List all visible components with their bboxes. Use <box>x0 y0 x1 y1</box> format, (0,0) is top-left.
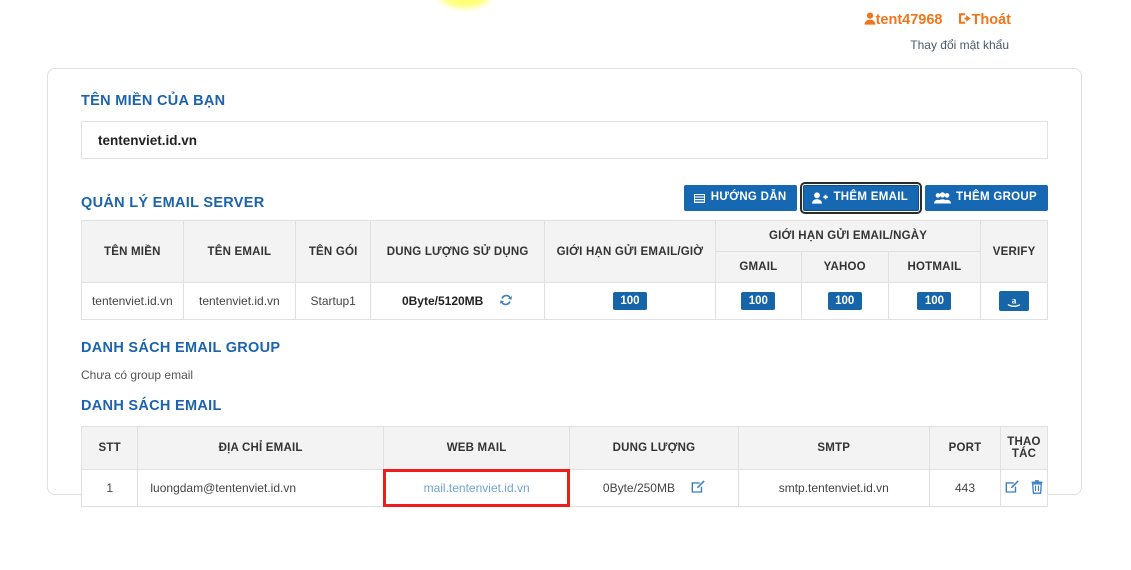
user-plus-icon <box>812 192 829 204</box>
change-password-link[interactable]: Thay đổi mật khẩu <box>864 36 1009 54</box>
cell-verify: a <box>980 282 1048 320</box>
table-row: tentenviet.id.vn tentenviet.id.vn Startu… <box>81 282 1048 320</box>
cell-limit-hour: 100 <box>544 282 716 320</box>
book-icon <box>692 192 706 204</box>
th-domain: TÊN MIỀN <box>81 220 184 283</box>
user-icon <box>864 11 876 33</box>
cell-gmail: 100 <box>714 282 802 320</box>
amazon-icon[interactable]: a <box>999 291 1030 311</box>
account-username-link[interactable]: tent47968 <box>864 12 947 28</box>
th-quota: DUNG LƯỢNG <box>569 426 739 470</box>
email-list-table: STT ĐỊA CHỈ EMAIL WEB MAIL DUNG LƯỢNG SM… <box>80 426 1048 508</box>
email-server-section-title: QUẢN LÝ EMAIL SERVER <box>81 195 265 211</box>
cell-hotmail: 100 <box>887 282 982 320</box>
cell-yahoo: 100 <box>800 282 889 320</box>
th-package: TÊN GÓI <box>295 220 372 283</box>
account-bar: tent47968 Thoát Thay đổi mật khẩu <box>864 10 1011 54</box>
table-row: 1 luongdam@tentenviet.id.vn mail.tentenv… <box>80 469 1048 508</box>
cell-action <box>1000 469 1048 507</box>
th-limit-day: GIỚI HẠN GỬI EMAIL/NGÀY <box>714 220 982 252</box>
th-limit-hour: GIỚI HẠN GỬI EMAIL/GIỜ <box>544 220 716 283</box>
email-group-empty-text: Chưa có group email <box>81 368 194 382</box>
cell-smtp: smtp.tentenviet.id.vn <box>737 469 930 507</box>
account-username: tent47968 <box>875 12 943 28</box>
logout-icon <box>958 11 972 33</box>
edit-icon[interactable] <box>691 480 705 496</box>
cell-port: 443 <box>929 469 1001 507</box>
logout-label: Thoát <box>971 12 1011 28</box>
decorative-yellow-shape <box>437 0 493 8</box>
gmail-badge[interactable]: 100 <box>741 292 776 310</box>
users-group-icon <box>934 192 952 204</box>
th-verify: VERIFY <box>980 220 1048 283</box>
add-group-button[interactable]: THÊM GROUP <box>925 185 1048 211</box>
domain-section-title: TÊN MIỀN CỦA BẠN <box>81 93 226 109</box>
refresh-icon[interactable] <box>499 293 513 310</box>
table-header-row: STT ĐỊA CHỈ EMAIL WEB MAIL DUNG LƯỢNG SM… <box>80 426 1048 470</box>
account-line: tent47968 Thoát <box>864 10 1011 33</box>
guide-button[interactable]: HƯỚNG DẪN <box>683 185 798 211</box>
usage-value: 0Byte/5120MB <box>401 294 484 308</box>
email-server-header-row: QUẢN LÝ EMAIL SERVER HƯỚNG DẪN THÊM EMAI… <box>81 182 1048 214</box>
table-header-row: TÊN MIỀN TÊN EMAIL TÊN GÓI DUNG LƯỢNG SỬ… <box>81 220 1048 283</box>
hotmail-badge[interactable]: 100 <box>917 292 952 310</box>
add-email-button[interactable]: THÊM EMAIL <box>800 182 923 214</box>
email-server-button-row: HƯỚNG DẪN THÊM EMAIL THÊM GROUP <box>683 182 1048 214</box>
cell-domain: tentenviet.id.vn <box>81 282 184 320</box>
main-panel: TÊN MIỀN CỦA BẠN tentenviet.id.vn QUẢN L… <box>47 68 1082 508</box>
email-server-table: TÊN MIỀN TÊN EMAIL TÊN GÓI DUNG LƯỢNG SỬ… <box>81 220 1048 320</box>
add-email-button-label: THÊM EMAIL <box>833 191 909 204</box>
cell-package: Startup1 <box>295 282 372 320</box>
email-list-section-title: DANH SÁCH EMAIL <box>81 398 222 414</box>
th-usage: DUNG LƯỢNG SỬ DỤNG <box>370 220 546 283</box>
quota-value: 0Byte/250MB <box>602 481 675 495</box>
cell-usage: 0Byte/5120MB <box>370 282 546 320</box>
th-stt: STT <box>80 426 139 470</box>
cell-webmail: mail.tentenviet.id.vn <box>382 469 571 508</box>
cell-address: luongdam@tentenviet.id.vn <box>137 469 384 507</box>
th-smtp: SMTP <box>737 426 930 470</box>
cell-stt: 1 <box>80 469 139 507</box>
add-group-button-label: THÊM GROUP <box>956 191 1037 204</box>
logout-link[interactable]: Thoát <box>958 12 1011 28</box>
webmail-link[interactable]: mail.tentenviet.id.vn <box>424 481 530 495</box>
trash-icon[interactable] <box>1031 479 1043 497</box>
th-action: THAO TÁC <box>1000 426 1048 470</box>
yahoo-badge[interactable]: 100 <box>827 292 862 310</box>
edit-icon[interactable] <box>1005 479 1019 497</box>
svg-text:a: a <box>1012 297 1017 307</box>
th-hotmail: HOTMAIL <box>887 251 982 283</box>
cell-email-name: tentenviet.id.vn <box>182 282 297 320</box>
domain-value-box: tentenviet.id.vn <box>81 121 1048 159</box>
th-gmail: GMAIL <box>714 251 802 283</box>
email-group-section-title: DANH SÁCH EMAIL GROUP <box>81 340 281 356</box>
guide-button-label: HƯỚNG DẪN <box>710 191 787 204</box>
cell-quota: 0Byte/250MB <box>569 469 739 507</box>
th-yahoo: YAHOO <box>800 251 889 283</box>
th-email-name: TÊN EMAIL <box>182 220 297 283</box>
th-port: PORT <box>929 426 1001 470</box>
th-address: ĐỊA CHỈ EMAIL <box>137 426 384 470</box>
th-webmail: WEB MAIL <box>382 426 571 470</box>
limit-hour-badge[interactable]: 100 <box>612 292 647 310</box>
